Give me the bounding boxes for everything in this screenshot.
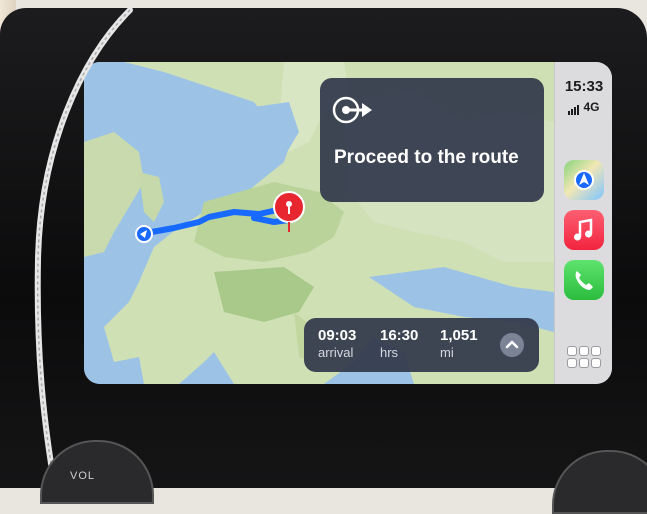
network-type: 4G [583, 100, 600, 114]
maps-arrow-icon [574, 170, 594, 190]
route-instruction-text: Proceed to the route [334, 147, 519, 168]
phone-handset-icon [575, 271, 593, 290]
carplay-screen: Proceed to the route 09:03 arrival 16:30… [84, 62, 612, 384]
status-time: 15:33 [564, 78, 604, 95]
arrival-time: 09:03 [318, 327, 357, 344]
turn-right-arrow-icon [332, 96, 372, 124]
distance-value: 1,051 [440, 327, 478, 344]
chevron-up-icon [505, 340, 519, 349]
trip-summary-card[interactable]: 09:03 arrival 16:30 hrs 1,051 mi [304, 318, 539, 372]
distance-label: mi [440, 345, 454, 360]
carplay-dock: 15:33 4G [554, 62, 612, 384]
signal-bars-icon [568, 101, 580, 115]
music-note-icon [574, 218, 593, 241]
arrival-info: 09:03 arrival [318, 327, 356, 360]
duration-info: 16:30 hrs [380, 327, 418, 360]
music-app-icon[interactable] [564, 210, 604, 250]
arrival-label: arrival [318, 345, 354, 360]
phone-app-icon[interactable] [564, 260, 604, 300]
duration-value: 16:30 [380, 327, 419, 344]
status-network: 4G [555, 100, 612, 115]
maps-app-icon[interactable] [564, 160, 604, 200]
duration-label: hrs [380, 345, 399, 360]
app-grid-icon[interactable] [568, 347, 600, 369]
volume-label: VOL [70, 470, 96, 482]
map-view[interactable]: Proceed to the route 09:03 arrival 16:30… [84, 62, 554, 384]
expand-trip-button[interactable] [500, 333, 524, 357]
route-instruction-card[interactable]: Proceed to the route [320, 78, 544, 202]
distance-info: 1,051 mi [440, 327, 478, 360]
